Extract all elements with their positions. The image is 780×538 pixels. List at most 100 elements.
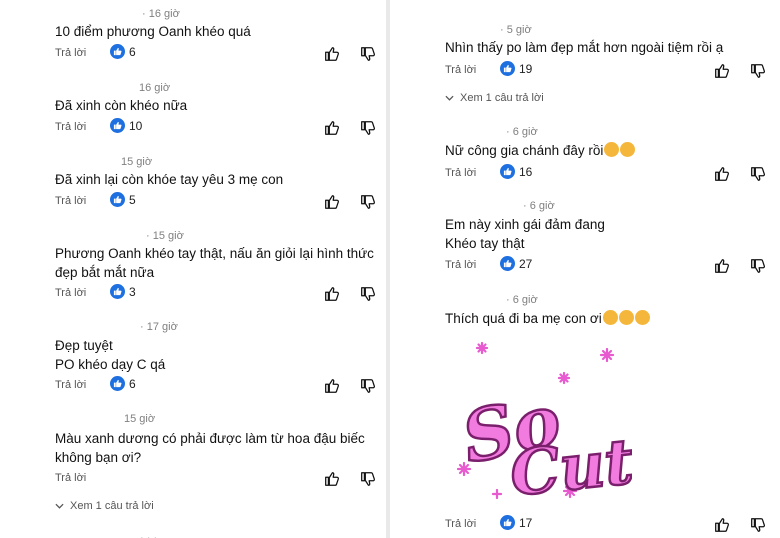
- like-badge-icon: [110, 376, 125, 391]
- comment-text: Đã xinh lại còn khóe tay yêu 3 mẹ con: [55, 172, 284, 187]
- thumbs-down-icon[interactable]: [359, 470, 377, 488]
- reply-button[interactable]: Trả lời: [55, 287, 86, 299]
- comment-time: · 17 giờ: [140, 321, 178, 333]
- like-count-badge: 3: [110, 284, 136, 299]
- reply-button[interactable]: Trả lời: [445, 259, 476, 271]
- thumbs-up-icon[interactable]: [323, 470, 341, 488]
- like-count: 5: [129, 192, 136, 207]
- thumbs-down-icon[interactable]: [359, 193, 377, 211]
- smiling-face-with-hearts-emoji: [618, 310, 634, 325]
- comment-text: Màu xanh dương có phải được làm từ hoa đ…: [55, 431, 365, 465]
- comment-text: Thích quá đi ba mẹ con ơi: [445, 309, 765, 328]
- thumbs-down-icon[interactable]: [359, 285, 377, 303]
- comment-time: · 15 giờ: [146, 230, 184, 242]
- reply-button[interactable]: Trả lời: [55, 195, 86, 207]
- reply-button[interactable]: Trả lời: [55, 47, 86, 59]
- thumbs-up-icon[interactable]: [323, 285, 341, 303]
- like-badge-icon: [500, 515, 515, 530]
- reply-button[interactable]: Trả lời: [55, 121, 86, 133]
- thumbs-down-icon[interactable]: [749, 257, 767, 275]
- smiling-face-with-hearts-emoji: [602, 310, 618, 325]
- thumbs-up-icon[interactable]: [323, 119, 341, 137]
- comment-actions: Trả lời 16: [396, 164, 780, 184]
- thumbs-up-icon[interactable]: [713, 516, 731, 534]
- like-count: 6: [129, 44, 136, 59]
- thumbs-up-icon[interactable]: [713, 165, 731, 183]
- thumbs-down-icon[interactable]: [359, 119, 377, 137]
- like-count: 6: [129, 376, 136, 391]
- view-replies-label: Xem 1 câu trả lời: [70, 500, 154, 512]
- thumbs-down-icon[interactable]: [749, 62, 767, 80]
- comment-text: 10 điểm phương Oanh khéo quá: [55, 24, 251, 39]
- like-count-badge: 6: [110, 376, 136, 391]
- chevron-down-icon: [445, 95, 454, 101]
- thumbs-up-icon[interactable]: [713, 257, 731, 275]
- so-cute-sticker: So Cute: [454, 341, 632, 511]
- comment-time: · 16 giờ: [142, 8, 180, 20]
- thumbs-down-icon[interactable]: [749, 165, 767, 183]
- reply-button[interactable]: Trả lời: [55, 472, 86, 484]
- comment-text: Đẹp tuyệt PO khéo dạy C qá: [55, 338, 166, 372]
- smiling-face-with-hearts-emoji: [620, 142, 636, 157]
- comment-time: · 6 giờ: [506, 126, 538, 138]
- comment-text: Nhìn thấy po làm đẹp mắt hơn ngoài tiệm …: [445, 40, 724, 55]
- comment-actions: Trả lời 5: [0, 192, 384, 212]
- like-count: 3: [129, 284, 136, 299]
- comment-actions: Trả lời 6: [0, 376, 384, 396]
- thumbs-up-icon[interactable]: [713, 62, 731, 80]
- like-count-badge: 27: [500, 256, 532, 271]
- like-count-badge: 19: [500, 61, 532, 76]
- thumbs-down-icon[interactable]: [359, 45, 377, 63]
- view-replies-button[interactable]: Xem 1 câu trả lời: [55, 500, 154, 512]
- like-count: 10: [129, 118, 143, 133]
- like-badge-icon: [110, 44, 125, 59]
- comment-text-body: Nữ công gia chánh đây rồi: [445, 143, 604, 158]
- comment-time: · 6 giờ: [523, 200, 555, 212]
- like-count: 17: [519, 515, 533, 530]
- like-count-badge: 10: [110, 118, 142, 133]
- like-count-badge: 17: [500, 515, 532, 530]
- thumbs-down-icon[interactable]: [359, 377, 377, 395]
- view-replies-button[interactable]: Xem 1 câu trả lời: [445, 92, 544, 104]
- reply-button[interactable]: Trả lời: [445, 64, 476, 76]
- comment-actions: Trả lời 19: [396, 61, 780, 81]
- thumbs-up-icon[interactable]: [323, 377, 341, 395]
- reply-button[interactable]: Trả lời: [55, 379, 86, 391]
- comment-time: 15 giờ: [121, 156, 153, 168]
- comment-text-body: Thích quá đi ba mẹ con ơi: [445, 311, 602, 326]
- comment-text: Đã xinh còn khéo nữa: [55, 98, 188, 113]
- comment-text: Em này xinh gái đảm đang Khéo tay thật: [445, 217, 605, 251]
- like-count: 19: [519, 61, 533, 76]
- thumbs-up-icon[interactable]: [323, 193, 341, 211]
- comment-actions: Trả lời 10: [0, 118, 384, 138]
- thumbs-down-icon[interactable]: [749, 516, 767, 534]
- comment-column-left: · 16 giờ 10 điểm phương Oanh khéo quá Tr…: [0, 0, 384, 538]
- like-badge-icon: [110, 118, 125, 133]
- smiling-face-with-hearts-emoji: [604, 142, 620, 157]
- reply-button[interactable]: Trả lời: [445, 518, 476, 530]
- comment-actions: Trả lời: [0, 469, 384, 489]
- comment-time: 15 giờ: [124, 413, 156, 425]
- view-replies-label: Xem 1 câu trả lời: [460, 92, 544, 104]
- like-badge-icon: [110, 284, 125, 299]
- like-count-badge: 6: [110, 44, 136, 59]
- comment-time: · 5 giờ: [500, 24, 532, 36]
- comment-time: 16 giờ: [139, 82, 171, 94]
- comment-time-partial: · · ·: [140, 532, 158, 538]
- comment-text: Phương Oanh khéo tay thật, nấu ăn giỏi l…: [55, 246, 374, 280]
- reply-button[interactable]: Trả lời: [445, 167, 476, 179]
- comment-actions: Trả lời 6: [0, 44, 384, 64]
- like-badge-icon: [110, 192, 125, 207]
- like-count-badge: 16: [500, 164, 532, 179]
- chevron-down-icon: [55, 503, 64, 509]
- thumbs-up-icon[interactable]: [323, 45, 341, 63]
- like-badge-icon: [500, 61, 515, 76]
- like-badge-icon: [500, 256, 515, 271]
- like-count-badge: 5: [110, 192, 136, 207]
- comment-time: · 6 giờ: [506, 294, 538, 306]
- column-divider: [386, 0, 390, 538]
- comment-text: Nữ công gia chánh đây rồi: [445, 141, 765, 160]
- like-count: 27: [519, 256, 533, 271]
- comment-actions: Trả lời 3: [0, 284, 384, 304]
- comment-actions: Trả lời 27: [396, 256, 780, 276]
